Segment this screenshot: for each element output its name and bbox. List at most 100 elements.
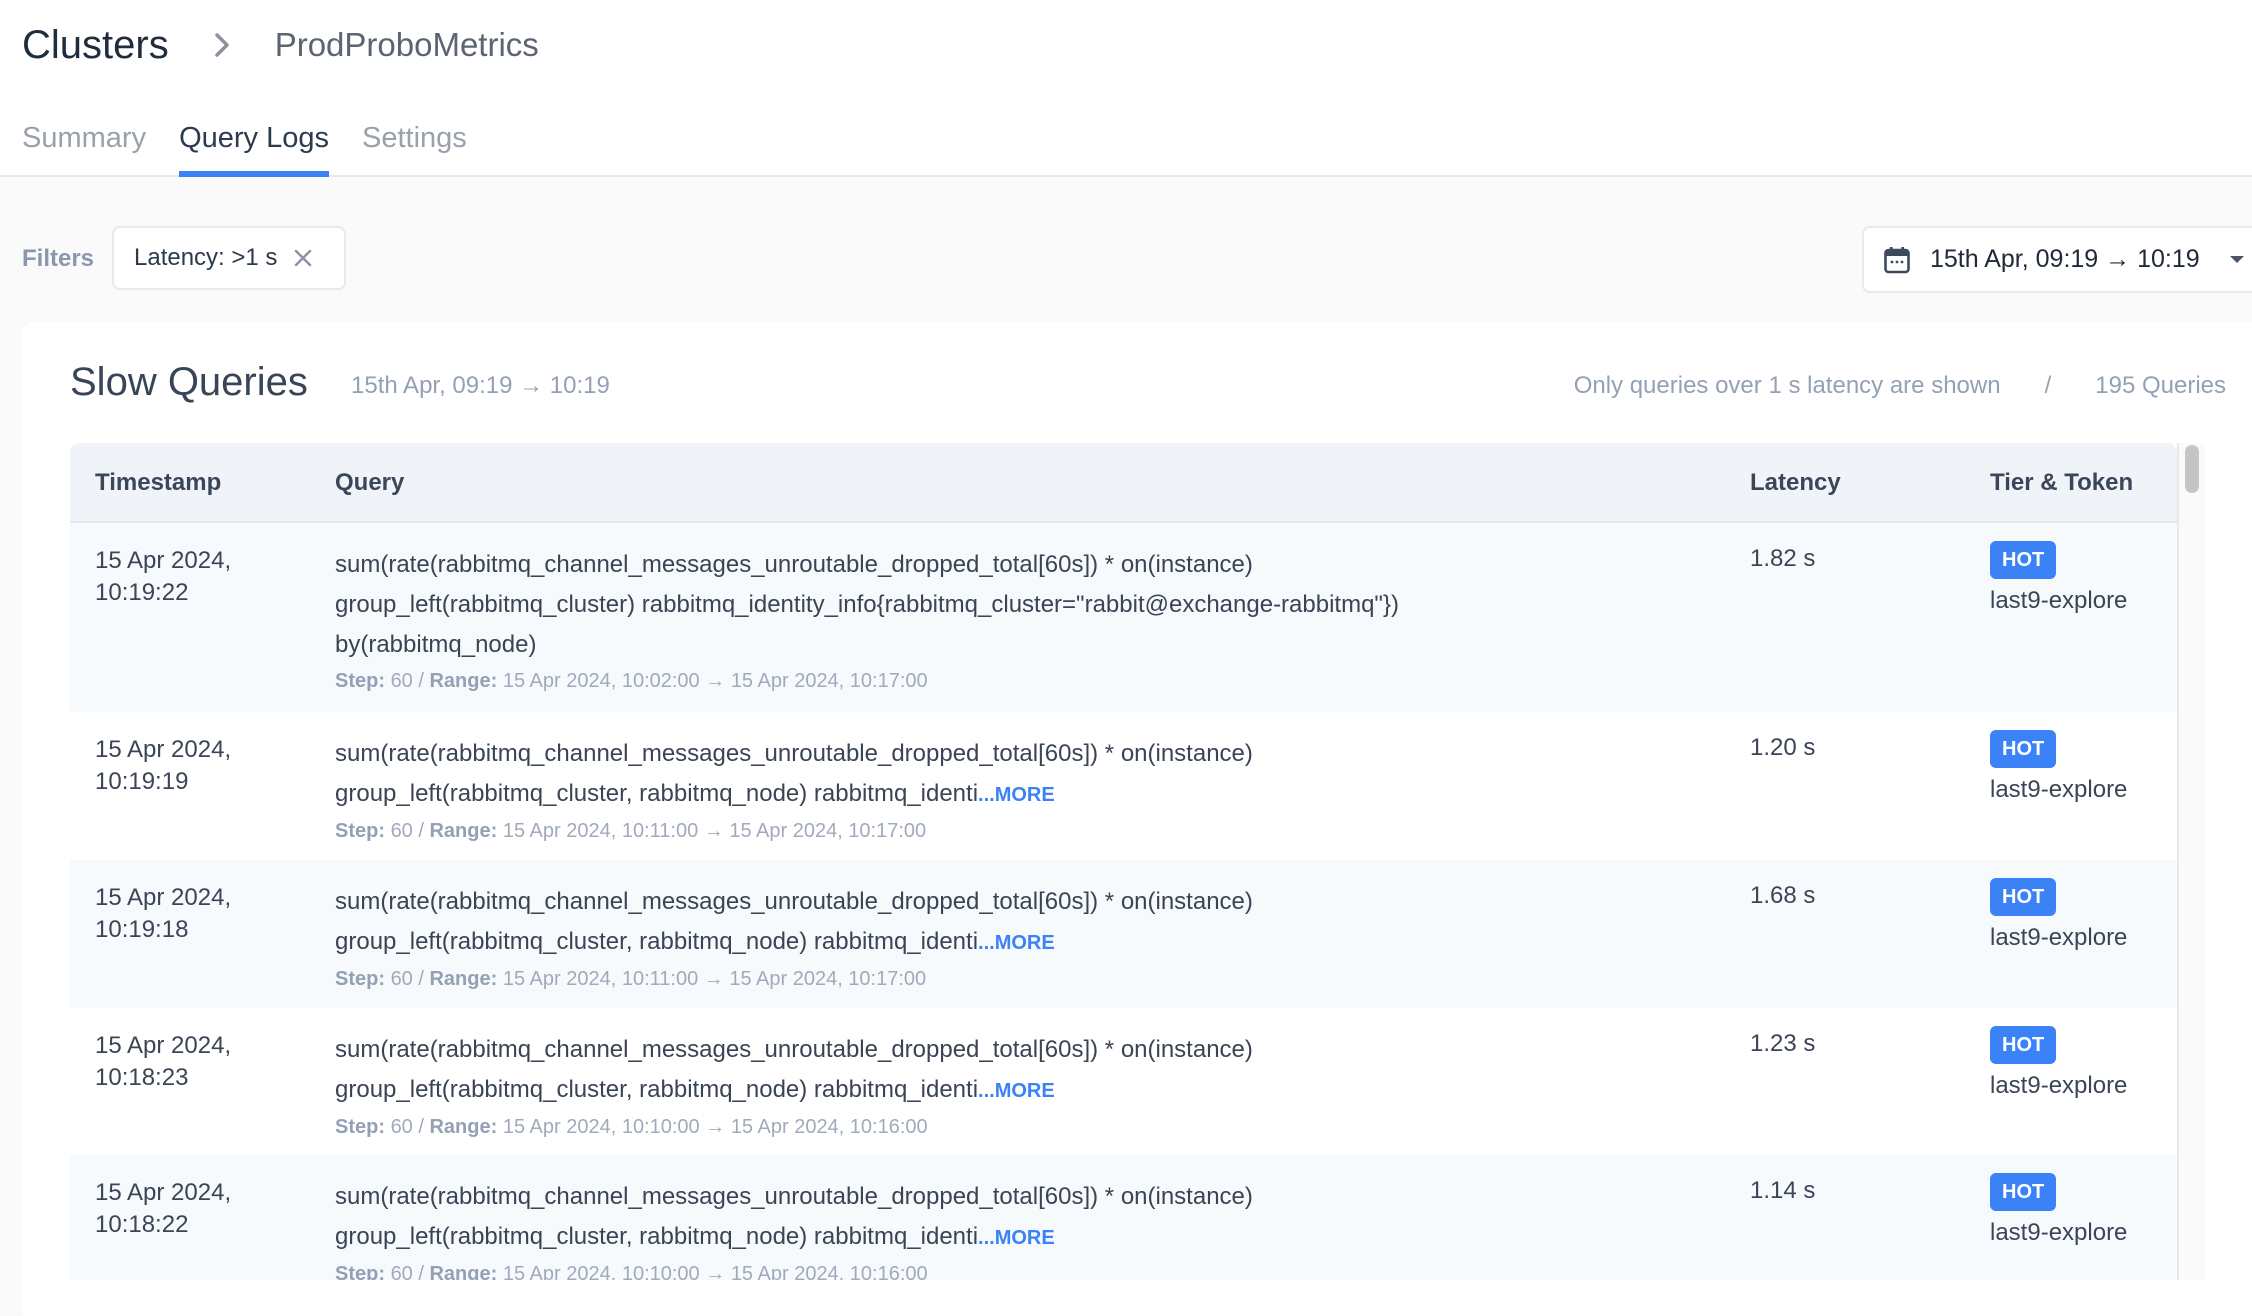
range-from: 15 Apr 2024, 10:11:00 xyxy=(502,820,699,842)
timestamp-time: 10:19:22 xyxy=(95,579,189,606)
show-more-link[interactable]: ...MORE xyxy=(978,1227,1055,1249)
latency-cell: 1.82 s xyxy=(1750,545,1816,572)
timestamp-time: 10:18:23 xyxy=(95,1064,189,1091)
tab-summary[interactable]: Summary xyxy=(22,122,146,177)
step-value: 60 xyxy=(390,968,413,990)
meta-divider: / xyxy=(412,968,430,990)
timestamp-cell: 15 Apr 2024, 10:19:18 xyxy=(95,882,231,946)
show-more-link[interactable]: ...MORE xyxy=(978,1080,1055,1102)
timestamp-date: 15 Apr 2024, xyxy=(95,547,232,574)
page-header: Clusters ProdProboMetrics Summary Query … xyxy=(0,0,2252,177)
query-text: sum(rate(rabbitmq_channel_messages_unrou… xyxy=(335,1183,1253,1210)
breadcrumb-current: ProdProboMetrics xyxy=(274,26,539,63)
column-header-query[interactable]: Query xyxy=(335,469,404,497)
tier-token-cell: HOT last9-explore xyxy=(1990,1026,2127,1100)
table-row[interactable]: 15 Apr 2024, 10:19:19 sum(rate(rabbitmq_ch… xyxy=(70,712,2177,860)
filter-chip-latency[interactable]: Latency: >1 s xyxy=(112,226,346,290)
column-header-timestamp[interactable]: Timestamp xyxy=(95,469,221,497)
breadcrumb-clusters-link[interactable]: Clusters xyxy=(22,23,169,68)
card-title: Slow Queries xyxy=(70,360,308,404)
table-row[interactable]: 15 Apr 2024, 10:18:23 sum(rate(rabbitmq_ch… xyxy=(70,1008,2177,1155)
step-value: 60 xyxy=(390,820,413,842)
latency-cell: 1.14 s xyxy=(1750,1177,1816,1204)
query-line: group_left(rabbitmq_cluster, rabbitmq_no… xyxy=(335,774,1715,815)
token-name: last9-explore xyxy=(1990,1219,2128,1246)
show-more-link[interactable]: ...MORE xyxy=(978,932,1055,954)
date-range-picker[interactable]: 15th Apr, 09:19 → 10:19 xyxy=(1862,226,2252,293)
query-cell: sum(rate(rabbitmq_channel_messages_unrou… xyxy=(335,734,1715,847)
query-text: group_left(rabbitmq_cluster, rabbitmq_no… xyxy=(335,1076,979,1103)
query-text: sum(rate(rabbitmq_channel_messages_unrou… xyxy=(335,740,1253,767)
timestamp-date: 15 Apr 2024, xyxy=(95,736,232,763)
close-icon[interactable] xyxy=(291,246,315,270)
step-label: Step: xyxy=(335,820,385,842)
range-to: 15 Apr 2024, 10:17:00 xyxy=(730,670,928,692)
tab-query-logs[interactable]: Query Logs xyxy=(179,122,329,177)
query-text: group_left(rabbitmq_cluster, rabbitmq_no… xyxy=(335,1223,979,1250)
token-name: last9-explore xyxy=(1990,587,2128,614)
tier-token-cell: HOT last9-explore xyxy=(1990,541,2127,615)
timestamp-cell: 15 Apr 2024, 10:19:19 xyxy=(95,734,231,798)
timestamp-cell: 15 Apr 2024, 10:19:22 xyxy=(95,545,231,609)
range-to: 15 Apr 2024, 10:16:00 xyxy=(730,1263,928,1280)
column-header-tier-token[interactable]: Tier & Token xyxy=(1990,469,2133,497)
tier-badge: HOT xyxy=(1990,730,2057,768)
show-more-link[interactable]: ...MORE xyxy=(978,784,1055,806)
tab-settings[interactable]: Settings xyxy=(362,122,467,177)
range-label: Range: xyxy=(429,670,498,692)
timestamp-cell: 15 Apr 2024, 10:18:22 xyxy=(95,1177,231,1241)
tier-badge: HOT xyxy=(1990,1026,2057,1064)
range-label: Range: xyxy=(429,1116,498,1138)
range-label: Range: xyxy=(429,1263,498,1280)
table-row[interactable]: 15 Apr 2024, 10:19:18 sum(rate(rabbitmq_ch… xyxy=(70,860,2177,1008)
range-from: 15 Apr 2024, 10:11:00 xyxy=(502,968,699,990)
tier-token-cell: HOT last9-explore xyxy=(1990,730,2127,804)
arrow-right-icon: → xyxy=(699,1116,731,1138)
slow-queries-card: Slow Queries 15th Apr, 09:19 → 10:19 Onl… xyxy=(22,322,2252,1316)
calendar-icon xyxy=(1884,246,1910,274)
timestamp-time: 10:18:22 xyxy=(95,1211,189,1238)
token-name: last9-explore xyxy=(1990,924,2128,951)
arrow-right-icon: → xyxy=(699,670,731,692)
range-from: 15 Apr 2024, 10:02:00 xyxy=(502,670,700,692)
tier-badge: HOT xyxy=(1990,541,2057,579)
query-line: sum(rate(rabbitmq_channel_messages_unrou… xyxy=(335,882,1715,922)
breadcrumb: Clusters ProdProboMetrics xyxy=(22,20,539,70)
range-label: Range: xyxy=(429,968,498,990)
query-line: group_left(rabbitmq_cluster, rabbitmq_no… xyxy=(335,1217,1715,1258)
query-cell: sum(rate(rabbitmq_channel_messages_unrou… xyxy=(335,882,1715,995)
card-time-range: 15th Apr, 09:19 → 10:19 xyxy=(351,372,610,399)
timestamp-time: 10:19:19 xyxy=(95,768,189,795)
query-meta: Step: 60 / Range: 15 Apr 2024, 10:10:00 … xyxy=(335,1258,1715,1280)
queries-table: Timestamp Query Latency Tier & Token 15 … xyxy=(70,443,2177,1280)
tab-bar: Summary Query Logs Settings xyxy=(22,122,500,177)
query-text: sum(rate(rabbitmq_channel_messages_unrou… xyxy=(335,888,1253,915)
latency-note: Only queries over 1 s latency are shown xyxy=(1573,372,2001,399)
table-row[interactable]: 15 Apr 2024, 10:18:22 sum(rate(rabbitmq_ch… xyxy=(70,1155,2177,1280)
meta-divider: / xyxy=(412,1116,430,1138)
query-cell: sum(rate(rabbitmq_channel_messages_unrou… xyxy=(335,1030,1715,1143)
timestamp-cell: 15 Apr 2024, 10:18:23 xyxy=(95,1030,231,1094)
filter-chip-text: Latency: >1 s xyxy=(134,244,278,271)
step-value: 60 xyxy=(390,1116,413,1138)
query-text: group_left(rabbitmq_cluster) rabbitmq_id… xyxy=(335,591,1399,618)
scrollbar-thumb[interactable] xyxy=(2185,445,2199,493)
query-line: group_left(rabbitmq_cluster, rabbitmq_no… xyxy=(335,1070,1715,1111)
caret-down-icon xyxy=(2229,256,2244,263)
timestamp-date: 15 Apr 2024, xyxy=(95,1032,232,1059)
table-header: Timestamp Query Latency Tier & Token xyxy=(70,443,2177,523)
column-header-latency[interactable]: Latency xyxy=(1750,469,1841,497)
query-text: sum(rate(rabbitmq_channel_messages_unrou… xyxy=(335,551,1253,578)
query-line: sum(rate(rabbitmq_channel_messages_unrou… xyxy=(335,1177,1715,1217)
latency-cell: 1.23 s xyxy=(1750,1030,1816,1057)
range-to: 15 Apr 2024, 10:17:00 xyxy=(729,820,927,842)
query-count: 195 Queries xyxy=(2095,372,2226,399)
meta-separator: / xyxy=(2044,372,2052,399)
table-row[interactable]: 15 Apr 2024, 10:19:22 sum(rate(rabbitmq_ch… xyxy=(70,523,2177,712)
step-label: Step: xyxy=(335,968,385,990)
latency-cell: 1.20 s xyxy=(1750,734,1816,761)
step-label: Step: xyxy=(335,670,385,692)
table-scrollbar[interactable] xyxy=(2177,443,2205,1280)
token-name: last9-explore xyxy=(1990,776,2128,803)
tier-token-cell: HOT last9-explore xyxy=(1990,878,2127,952)
